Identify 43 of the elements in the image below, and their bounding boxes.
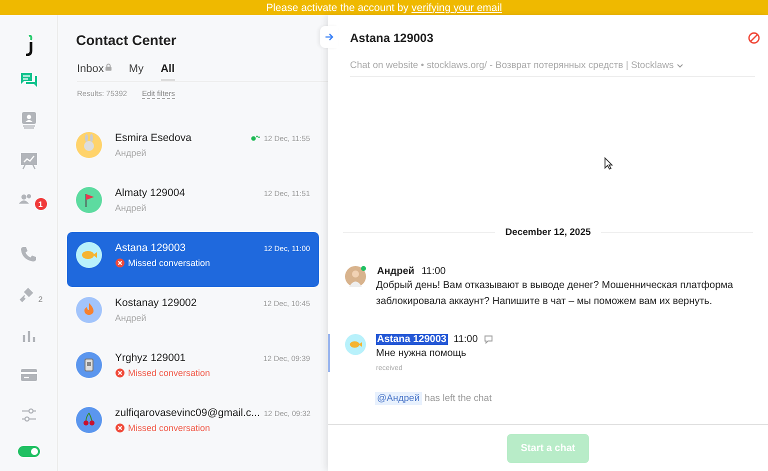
missed-icon: [115, 368, 125, 378]
tab[interactable]: My: [128, 63, 144, 81]
agent-name: Андрей: [115, 203, 146, 213]
message-time: 11:00: [421, 266, 446, 277]
message-text: Мне нужна помощь: [376, 347, 468, 361]
contact-name: Yrghyz 129001: [115, 352, 187, 364]
count-badge: 1: [34, 198, 46, 210]
mention-tag[interactable]: @Андрей: [375, 392, 422, 405]
chevron-down-icon: [676, 64, 683, 68]
tab[interactable]: Inbox: [77, 63, 112, 81]
date-divider: December 12, 2025: [505, 227, 591, 238]
message-author: Astana 129003: [376, 334, 448, 345]
block-icon[interactable]: [748, 32, 760, 44]
system-message: has left the chat: [424, 393, 492, 404]
agent-avatar: [345, 266, 366, 287]
tab[interactable]: All: [160, 63, 175, 81]
cursor-icon: [604, 157, 613, 170]
contact-name: Astana 129003: [115, 242, 187, 254]
chat-title: Astana 129003: [350, 31, 434, 45]
agent-name: Андрей: [115, 313, 146, 323]
missed-status: Missed conversation: [128, 423, 210, 433]
contact-name: Kostanay 129002: [115, 297, 198, 309]
plug-icon[interactable]: [18, 287, 34, 303]
chat-source: Chat on website • stocklaws.org/ - Возврат потерянных средств | Stocklaws: [350, 60, 674, 71]
logo-icon: [24, 35, 34, 56]
message-author: Андрей: [376, 266, 416, 277]
message-text: Добрый день! Вам отказывают в выводе денег? Мошенническая платформа заблокировала аккаунт? Напишите в чат – мы поможем вам их вернуть.: [376, 279, 734, 309]
missed-status: Missed conversation: [128, 258, 210, 268]
contact-name: Almaty 129004: [115, 187, 186, 199]
agent-name: Андрей: [115, 148, 146, 158]
collapse-button[interactable]: [320, 26, 338, 48]
panel-title: Contact Center: [76, 32, 178, 48]
fish-avatar: [345, 334, 366, 355]
contact-name: zulfiqarovasevinc09@gmail.c...: [115, 407, 260, 419]
status-toggle[interactable]: [18, 446, 40, 457]
missed-icon: [115, 258, 125, 268]
missed-icon: [115, 423, 125, 433]
activation-notice: Please activate the account by: [266, 2, 408, 14]
arrow-right-icon: [324, 33, 334, 41]
message-time: 11:00: [454, 334, 478, 345]
contact-name: Esmira Esedova: [115, 132, 192, 144]
missed-status: Missed conversation: [128, 368, 210, 378]
chat-bubble-icon: [484, 335, 493, 344]
